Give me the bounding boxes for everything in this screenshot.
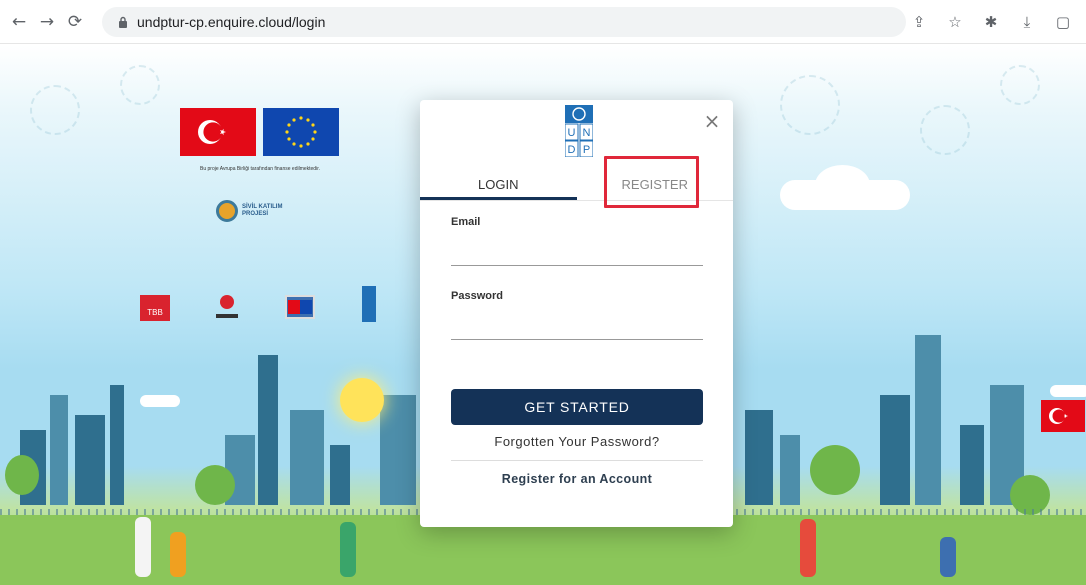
register-highlight-box <box>604 156 699 208</box>
browser-actions: ⇪ ☆ ✱ ⤓ ▢ <box>906 9 1086 35</box>
star-icon[interactable]: ☆ <box>942 9 968 35</box>
funding-notice: Bu proje Avrupa Birliği tarafından finan… <box>200 166 320 172</box>
get-started-button[interactable]: GET STARTED <box>451 389 703 425</box>
undp-logo: U N D P <box>564 105 594 158</box>
reload-icon[interactable]: ⟳ <box>62 9 88 35</box>
undp-letter-d: D <box>568 144 576 156</box>
tree <box>195 465 235 505</box>
tree <box>810 445 860 495</box>
browser-window: ← → ⟳ undptur-cp.enquire.cloud/login ⇪ ☆… <box>0 0 1086 585</box>
download-icon[interactable]: ⤓ <box>1014 9 1040 35</box>
sivil-text-line1: SİVİL KATILIM <box>242 204 283 210</box>
sivil-katilim-logo: SİVİL KATILIM PROJESİ <box>216 200 306 222</box>
close-icon[interactable]: × <box>703 111 721 131</box>
building <box>780 435 800 505</box>
back-arrow-icon[interactable]: ← <box>6 9 32 35</box>
tree <box>5 455 39 495</box>
building <box>258 355 278 505</box>
tbb-logo-text: TBB <box>147 308 163 317</box>
active-tab-indicator <box>420 197 577 200</box>
cloud <box>1050 385 1086 397</box>
password-underline <box>451 339 703 340</box>
cloud <box>140 395 180 407</box>
building <box>880 395 910 505</box>
forgot-password-link[interactable]: Forgotten Your Password? <box>451 434 703 449</box>
undp-letter-p: P <box>583 144 590 156</box>
undp-letter-n: N <box>583 127 591 139</box>
lock-icon[interactable] <box>116 15 130 29</box>
person-figure <box>170 532 186 577</box>
building <box>110 385 124 505</box>
undp-small-logo <box>362 286 376 322</box>
address-bar[interactable]: undptur-cp.enquire.cloud/login <box>102 6 906 37</box>
person-figure <box>135 517 151 577</box>
tab-login[interactable]: LOGIN <box>420 168 577 200</box>
url-text: undptur-cp.enquire.cloud/login <box>137 13 326 30</box>
password-input[interactable] <box>451 312 703 338</box>
email-input[interactable] <box>451 238 703 264</box>
partner-logo <box>212 292 242 322</box>
email-underline <box>451 265 703 266</box>
sivil-text-line2: PROJESİ <box>242 211 269 217</box>
turkish-flag-logo <box>180 108 256 156</box>
building <box>745 410 773 505</box>
building <box>915 335 941 505</box>
share-icon[interactable]: ⇪ <box>906 9 932 35</box>
undp-letter-u: U <box>568 127 576 139</box>
forward-arrow-icon[interactable]: → <box>34 9 60 35</box>
password-label: Password <box>451 290 503 302</box>
register-account-link[interactable]: Register for an Account <box>451 472 703 486</box>
navigation-buttons: ← → ⟳ <box>6 9 88 35</box>
email-label: Email <box>451 216 481 228</box>
partner-flag-logo <box>285 295 315 319</box>
gear-decoration <box>120 65 160 105</box>
gear-decoration <box>920 105 970 155</box>
modal-divider <box>451 460 703 461</box>
browser-toolbar: ← → ⟳ undptur-cp.enquire.cloud/login ⇪ ☆… <box>0 0 1086 44</box>
building <box>290 410 324 505</box>
extensions-icon[interactable]: ✱ <box>978 9 1004 35</box>
sivil-text-group: SİVİL KATILIM PROJESİ <box>242 204 282 218</box>
eu-flag-logo <box>263 108 339 156</box>
turkish-flag <box>1041 400 1085 432</box>
building <box>380 395 416 505</box>
cyclist-figure <box>940 537 956 577</box>
person-figure <box>800 519 816 577</box>
gear-decoration <box>780 75 840 135</box>
building <box>330 445 350 505</box>
building <box>75 415 105 505</box>
gear-decoration <box>1000 65 1040 105</box>
sivil-emblem-icon <box>216 200 238 222</box>
tbb-logo: TBB <box>140 295 170 321</box>
building <box>50 395 68 505</box>
gear-decoration <box>30 85 80 135</box>
person-figure <box>340 522 356 577</box>
sun <box>340 378 384 422</box>
window-icon[interactable]: ▢ <box>1050 9 1076 35</box>
building <box>960 425 984 505</box>
cloud <box>815 165 870 205</box>
